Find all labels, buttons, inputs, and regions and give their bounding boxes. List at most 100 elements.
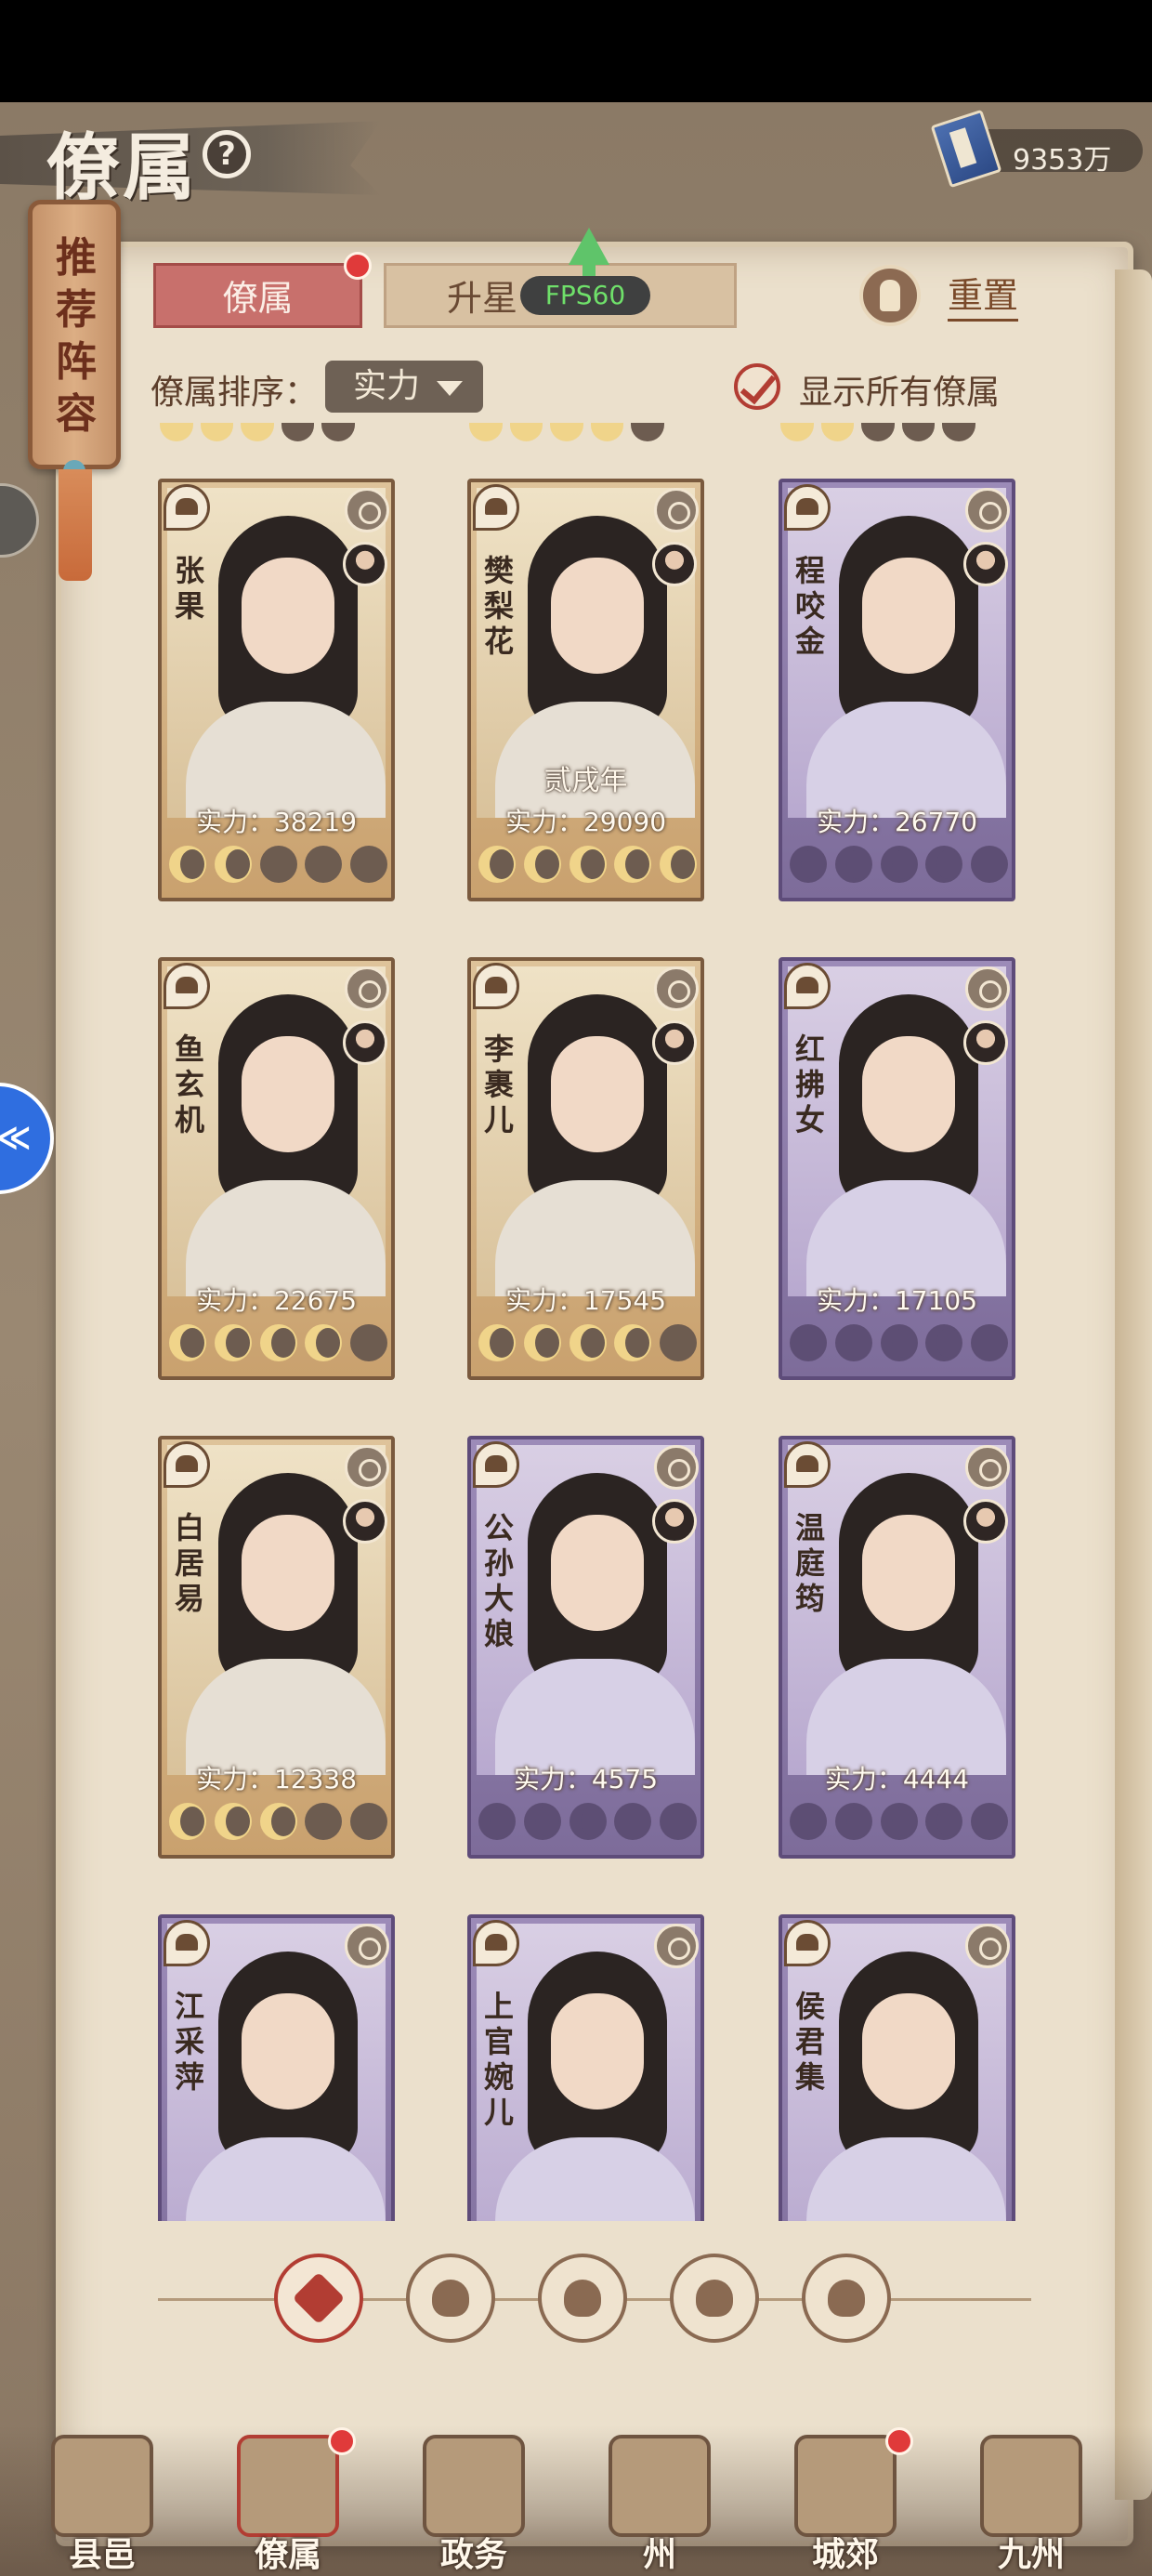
moon-star-icon bbox=[971, 846, 1008, 883]
star-rating bbox=[478, 846, 697, 888]
type-icon bbox=[965, 488, 1010, 532]
portrait-robe bbox=[186, 1659, 386, 1775]
attendant-card[interactable]: 侯君集 bbox=[779, 1914, 1015, 2221]
notification-dot bbox=[328, 2427, 356, 2455]
nav-building-icon bbox=[423, 2435, 525, 2537]
notification-dot bbox=[344, 252, 372, 280]
reset-button[interactable]: 重置 bbox=[859, 263, 1068, 328]
moon-star-icon bbox=[834, 1324, 872, 1361]
type-icon bbox=[345, 966, 389, 1011]
moon-star-icon bbox=[971, 1803, 1008, 1840]
nav-item[interactable]: 九州 bbox=[952, 2425, 1110, 2576]
attendant-card[interactable]: 鱼玄机 实力：22675 bbox=[158, 957, 395, 1380]
moon-star-icon bbox=[660, 1803, 697, 1840]
help-icon[interactable]: ? bbox=[203, 130, 251, 178]
attendant-card[interactable]: 李裹儿 实力：17545 bbox=[467, 957, 704, 1380]
portrait-face bbox=[551, 558, 644, 674]
moon-star-icon bbox=[614, 1803, 652, 1840]
power-value: 实力：26770 bbox=[816, 807, 978, 837]
filter-all-icon[interactable] bbox=[274, 2254, 363, 2343]
faction-icon bbox=[784, 484, 831, 531]
filter-gourd-icon[interactable] bbox=[538, 2254, 627, 2343]
portrait-robe bbox=[186, 702, 386, 818]
moon-star-icon bbox=[925, 1803, 963, 1840]
tab-attendants[interactable]: 僚属 bbox=[153, 263, 362, 328]
nav-item[interactable]: 州 bbox=[581, 2425, 739, 2576]
checkmark-icon bbox=[734, 363, 780, 410]
attendant-card[interactable]: 公孙大娘实力：4575 bbox=[467, 1436, 704, 1859]
notification-dot bbox=[885, 2427, 913, 2455]
page-header: 僚属 ? bbox=[0, 102, 390, 210]
character-name: 李裹儿 bbox=[483, 1032, 514, 1137]
power-value: 实力：4575 bbox=[513, 1764, 659, 1794]
arrow-up-icon bbox=[569, 228, 609, 265]
character-name: 江采萍 bbox=[174, 1989, 204, 2095]
portrait-face bbox=[242, 1036, 334, 1152]
currency-display[interactable]: 9353万 bbox=[930, 109, 1147, 189]
nav-item[interactable]: 僚属 bbox=[209, 2425, 367, 2576]
nav-label: 县邑 bbox=[68, 2535, 136, 2574]
faction-filter-bar bbox=[158, 2254, 1031, 2346]
portrait-face bbox=[242, 558, 334, 674]
filter-beast-icon[interactable] bbox=[802, 2254, 891, 2343]
type-icon bbox=[345, 1924, 389, 1968]
moon-star-icon bbox=[305, 1324, 343, 1361]
nav-item[interactable]: 政务 bbox=[395, 2425, 553, 2576]
filter-bell-icon[interactable] bbox=[406, 2254, 495, 2343]
caret-down-icon bbox=[437, 381, 463, 396]
portrait-robe bbox=[806, 2137, 1006, 2221]
star-rating bbox=[790, 846, 1008, 888]
attendant-card[interactable]: 江采萍 bbox=[158, 1914, 395, 2221]
faction-icon bbox=[473, 484, 519, 531]
character-name: 白居易 bbox=[174, 1510, 204, 1616]
type-icon bbox=[345, 1445, 389, 1490]
moon-star-icon bbox=[569, 1803, 607, 1840]
moon-star-icon bbox=[660, 846, 697, 883]
nav-building-icon bbox=[609, 2435, 711, 2537]
portrait-robe bbox=[806, 1180, 1006, 1296]
banner-tassel bbox=[59, 469, 92, 581]
attendant-card[interactable]: 上官婉儿 bbox=[467, 1914, 704, 2221]
bottom-navigation: 县邑 僚属 政务 州 城郊 九州 bbox=[0, 2425, 1152, 2576]
moon-star-icon bbox=[350, 1803, 387, 1840]
attendant-card[interactable]: 温庭筠 实力：4444 bbox=[779, 1436, 1015, 1859]
type-icon bbox=[654, 488, 699, 532]
attendant-card[interactable]: 樊梨花 贰戌年 实力：29090 bbox=[467, 479, 704, 901]
nav-item[interactable]: 城郊 bbox=[766, 2425, 924, 2576]
attendant-card[interactable]: 白居易 实力：12338 bbox=[158, 1436, 395, 1859]
nav-item[interactable]: 县邑 bbox=[23, 2425, 181, 2576]
moon-star-icon bbox=[569, 846, 607, 883]
moon-star-icon bbox=[478, 1324, 516, 1361]
type-icon bbox=[965, 966, 1010, 1011]
attendant-card[interactable]: 程咬金 实力：26770 bbox=[779, 479, 1015, 901]
moon-star-icon bbox=[925, 846, 963, 883]
recommended-lineup-button[interactable]: 推荐阵容 bbox=[28, 200, 121, 469]
type-icon bbox=[654, 1445, 699, 1490]
type-icon bbox=[965, 1445, 1010, 1490]
portrait-face bbox=[551, 1993, 644, 2109]
portrait-face bbox=[862, 558, 955, 674]
show-all-toggle[interactable]: 显示所有僚属 bbox=[734, 358, 1041, 415]
partner-avatar bbox=[963, 1499, 1008, 1544]
power-value: 实力：38219 bbox=[195, 807, 358, 837]
moon-star-icon bbox=[350, 846, 387, 883]
filter-fan-icon[interactable] bbox=[670, 2254, 759, 2343]
attendant-card[interactable]: 红拂女 实力：17105 bbox=[779, 957, 1015, 1380]
card-caption: 贰戌年 bbox=[543, 765, 628, 797]
moon-star-icon bbox=[569, 1324, 607, 1361]
partial-star-row bbox=[160, 423, 355, 441]
attendant-card[interactable]: 张果 实力：38219 bbox=[158, 479, 395, 901]
reset-label: 重置 bbox=[948, 272, 1019, 322]
moon-star-icon bbox=[259, 846, 297, 883]
type-icon bbox=[654, 966, 699, 1011]
sort-dropdown[interactable]: 实力 bbox=[325, 361, 483, 413]
moon-star-icon bbox=[880, 1803, 918, 1840]
sort-label: 僚属排序： bbox=[151, 374, 319, 412]
faction-icon bbox=[473, 1441, 519, 1488]
nav-label: 州 bbox=[642, 2535, 676, 2574]
character-name: 上官婉儿 bbox=[483, 1989, 514, 2130]
partial-star-row bbox=[780, 423, 975, 441]
moon-star-icon bbox=[305, 846, 343, 883]
character-name: 公孙大娘 bbox=[483, 1510, 514, 1651]
power-value: 实力：17105 bbox=[816, 1285, 978, 1316]
